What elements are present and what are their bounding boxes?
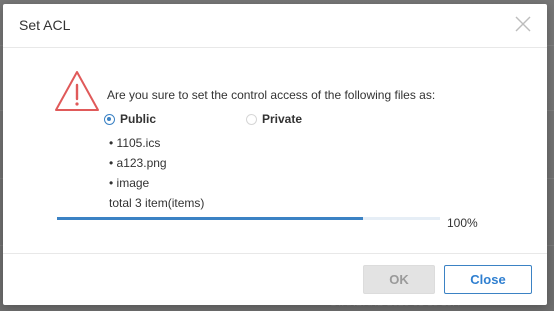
total-count: total 3 item(items) bbox=[109, 196, 205, 210]
radio-public[interactable]: Public bbox=[104, 112, 156, 126]
progress-bar bbox=[57, 217, 440, 220]
radio-public-label: Public bbox=[120, 112, 157, 126]
dialog-header: Set ACL bbox=[3, 4, 547, 48]
close-button[interactable]: Close bbox=[444, 265, 532, 294]
progress-percent: 100% bbox=[447, 216, 478, 230]
dialog-title: Set ACL bbox=[19, 17, 71, 33]
warning-triangle-icon bbox=[54, 70, 100, 112]
close-icon[interactable] bbox=[513, 14, 533, 34]
radio-private[interactable]: Private bbox=[246, 112, 302, 126]
file-list-item: • a123.png bbox=[109, 156, 167, 170]
radio-private-label: Private bbox=[262, 112, 303, 126]
confirmation-message: Are you sure to set the control access o… bbox=[107, 88, 436, 102]
radio-checked-icon[interactable] bbox=[104, 113, 115, 125]
ok-button[interactable]: OK bbox=[363, 265, 435, 294]
progress-bar-fill bbox=[57, 217, 364, 220]
radio-unchecked-icon[interactable] bbox=[246, 113, 257, 125]
file-list-item: • image bbox=[109, 176, 150, 190]
footer-divider bbox=[3, 253, 547, 254]
set-acl-dialog: Set ACL Are you sure to set the control … bbox=[3, 4, 547, 305]
file-list-item: • 1105.ics bbox=[109, 136, 161, 150]
